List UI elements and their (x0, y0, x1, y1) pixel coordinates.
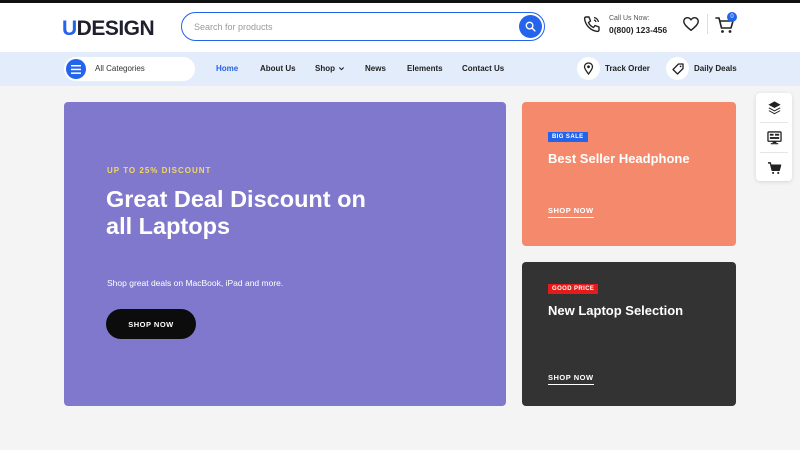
promo-shop-now-link[interactable]: SHOP NOW (548, 373, 594, 385)
demos-icon (766, 130, 782, 144)
header-divider (707, 14, 708, 34)
all-categories-dropdown[interactable]: All Categories (64, 57, 195, 81)
wishlist-heart-icon[interactable] (682, 15, 700, 33)
search-bar (181, 12, 545, 41)
logo-text: DESIGN (76, 17, 155, 40)
promo-badge: BIG SALE (548, 132, 588, 142)
track-order-label: Track Order (605, 64, 650, 73)
hero-title: Great Deal Discount on all Laptops (106, 186, 366, 239)
promo-card-laptop: GOOD PRICE New Laptop Selection SHOP NOW (522, 262, 736, 406)
side-panel (756, 93, 792, 181)
nav-about-us[interactable]: About Us (260, 64, 296, 73)
tag-icon (666, 57, 689, 80)
hero-banner: UP TO 25% DISCOUNT Great Deal Discount o… (64, 102, 506, 406)
logo[interactable]: UDESIGN (62, 17, 155, 41)
promo-title: Best Seller Headphone (548, 151, 690, 166)
call-number: 0(800) 123-456 (609, 25, 668, 35)
location-pin-icon (577, 57, 600, 80)
nav-elements[interactable]: Elements (407, 64, 443, 73)
phone-icon (583, 16, 600, 33)
logo-accent: U (62, 17, 77, 40)
promo-title: New Laptop Selection (548, 303, 684, 318)
daily-deals-label: Daily Deals (694, 64, 737, 73)
call-us[interactable]: Call Us Now: 0(800) 123-456 (582, 14, 682, 40)
search-icon (525, 21, 536, 32)
promo-shop-now-link[interactable]: SHOP NOW (548, 206, 594, 218)
nav-shop-label: Shop (315, 64, 335, 73)
layers-icon (767, 101, 781, 115)
track-order-link[interactable]: Track Order (577, 57, 657, 81)
call-label: Call Us Now: (609, 15, 650, 22)
nav-home[interactable]: Home (216, 64, 238, 73)
cart-icon (767, 161, 781, 174)
hero-subtitle: Shop great deals on MacBook, iPad and mo… (107, 278, 284, 288)
menu-icon (66, 59, 86, 79)
hero-shop-now-button[interactable]: SHOP NOW (106, 309, 196, 339)
hero-kicker: UP TO 25% DISCOUNT (107, 166, 212, 175)
nav-contact-us[interactable]: Contact Us (462, 64, 504, 73)
promo-badge: GOOD PRICE (548, 284, 599, 294)
demos-button[interactable] (756, 123, 792, 152)
search-button[interactable] (519, 15, 542, 38)
search-input[interactable] (194, 19, 504, 35)
daily-deals-link[interactable]: Daily Deals (666, 57, 740, 81)
cart-count-badge: 0 (727, 12, 737, 22)
nav-news[interactable]: News (365, 64, 386, 73)
nav-shop[interactable]: Shop (315, 64, 345, 73)
layers-button[interactable] (756, 93, 792, 122)
chevron-down-icon (338, 67, 345, 71)
buy-button[interactable] (756, 153, 792, 182)
categories-label: All Categories (95, 64, 145, 73)
promo-card-headphone: BIG SALE Best Seller Headphone SHOP NOW (522, 102, 736, 246)
